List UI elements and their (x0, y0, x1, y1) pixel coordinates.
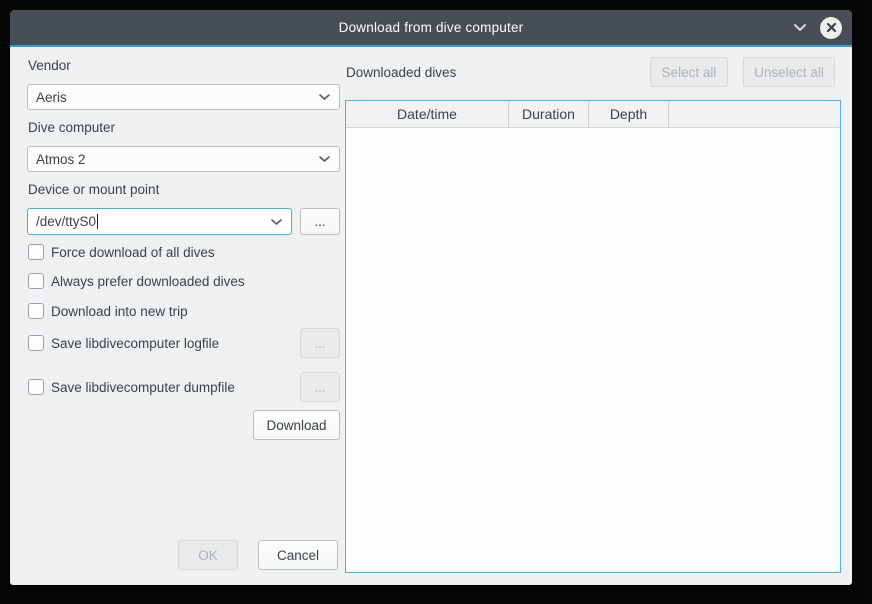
device-label: Device or mount point (28, 182, 159, 197)
cancel-button[interactable]: Cancel (258, 540, 338, 570)
table-header-row: Date/time Duration Depth (346, 101, 840, 128)
downloaded-dives-heading: Downloaded dives (346, 65, 456, 80)
vendor-value: Aeris (36, 90, 67, 105)
device-input[interactable]: /dev/ttyS0 (27, 208, 292, 235)
shade-button[interactable] (790, 18, 810, 38)
close-icon (826, 22, 837, 33)
checkbox-box (28, 303, 44, 319)
checkbox-label: Save libdivecomputer dumpfile (51, 380, 235, 395)
checkbox-label: Always prefer downloaded dives (51, 274, 245, 289)
chevron-down-icon (270, 218, 283, 226)
chevron-down-icon (318, 155, 331, 163)
device-browse-button[interactable]: ... (300, 208, 340, 235)
download-dialog: Download from dive computer Vendor Aeris (10, 10, 852, 585)
unselect-all-button[interactable]: Unselect all (743, 57, 835, 87)
dive-computer-value: Atmos 2 (36, 152, 86, 167)
dialog-body: Vendor Aeris Dive computer Atmos 2 Devic… (10, 47, 852, 585)
device-value: /dev/ttyS0 (36, 214, 96, 229)
titlebar[interactable]: Download from dive computer (10, 10, 852, 45)
ok-button[interactable]: OK (178, 540, 238, 570)
checkbox-box (28, 379, 44, 395)
checkbox-label: Force download of all dives (51, 245, 215, 260)
download-button[interactable]: Download (253, 410, 340, 440)
chevron-down-icon (318, 93, 331, 101)
dive-computer-label: Dive computer (28, 120, 115, 135)
column-header-depth[interactable]: Depth (589, 101, 669, 127)
select-all-button[interactable]: Select all (650, 57, 728, 87)
vendor-label: Vendor (28, 58, 71, 73)
text-caret (97, 214, 98, 229)
close-button[interactable] (820, 17, 842, 39)
titlebar-controls (790, 10, 842, 45)
checkbox-label: Download into new trip (51, 304, 188, 319)
column-header-extra[interactable] (669, 101, 840, 127)
logfile-browse-button[interactable]: ... (300, 328, 340, 358)
dumpfile-browse-button[interactable]: ... (300, 372, 340, 402)
checkbox-label: Save libdivecomputer logfile (51, 336, 219, 351)
save-dumpfile-checkbox[interactable]: Save libdivecomputer dumpfile (28, 379, 235, 395)
downloaded-dives-table: Date/time Duration Depth (345, 100, 841, 573)
checkbox-box (28, 335, 44, 351)
prefer-downloaded-checkbox[interactable]: Always prefer downloaded dives (28, 273, 245, 289)
dive-computer-select[interactable]: Atmos 2 (27, 146, 340, 172)
new-trip-checkbox[interactable]: Download into new trip (28, 303, 188, 319)
column-header-date-time[interactable]: Date/time (346, 101, 509, 127)
force-download-checkbox[interactable]: Force download of all dives (28, 244, 215, 260)
dialog-title: Download from dive computer (339, 20, 524, 35)
save-logfile-checkbox[interactable]: Save libdivecomputer logfile (28, 335, 219, 351)
column-header-duration[interactable]: Duration (509, 101, 589, 127)
checkbox-box (28, 273, 44, 289)
vendor-select[interactable]: Aeris (27, 84, 340, 110)
chevron-down-icon (793, 23, 807, 32)
table-body[interactable] (346, 128, 840, 572)
checkbox-box (28, 244, 44, 260)
